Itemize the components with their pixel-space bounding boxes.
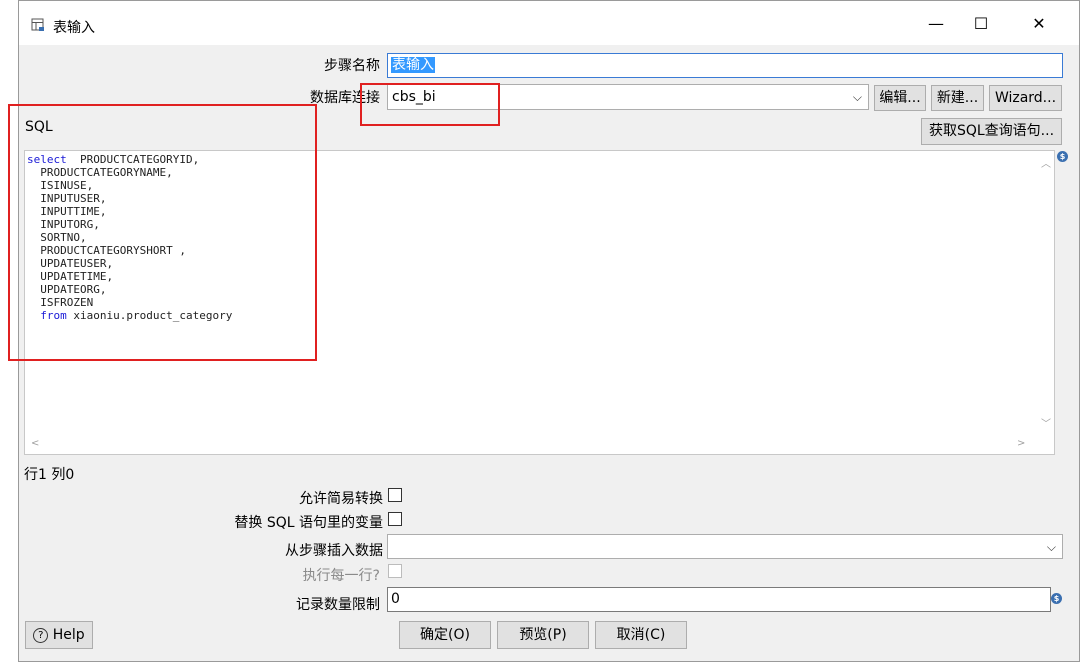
edit-connection-button[interactable]: 编辑... (874, 85, 926, 111)
minimize-button[interactable]: — (911, 1, 961, 45)
window-title: 表输入 (53, 20, 95, 36)
maximize-button[interactable]: ☐ (956, 1, 1006, 45)
minimize-icon: — (928, 13, 944, 33)
maximize-icon: ☐ (973, 13, 989, 33)
chevron-down-icon: ⌵ (1046, 540, 1056, 554)
replace-variables-checkbox[interactable] (388, 512, 402, 526)
title-bar: 表输入 — ☐ ✕ (19, 1, 1079, 45)
chevron-down-icon: ⌵ (852, 90, 862, 104)
help-icon: ? (33, 627, 49, 643)
variable-icon[interactable]: $ (1051, 593, 1062, 604)
preview-button[interactable]: 预览(P) (497, 621, 589, 649)
get-sql-button[interactable]: 获取SQL查询语句... (921, 118, 1062, 145)
connection-annotation-box (360, 83, 500, 126)
ok-button[interactable]: 确定(O) (399, 621, 491, 649)
cursor-position: 行1 列0 (24, 467, 75, 483)
limit-input[interactable]: 0 (387, 587, 1051, 612)
execute-each-row-label: 执行每一行? (302, 568, 380, 584)
wizard-button[interactable]: Wizard... (989, 85, 1062, 111)
replace-variables-label: 替换 SQL 语句里的变量 (234, 515, 383, 531)
step-name-value: 表输入 (391, 57, 435, 73)
insert-from-step-label: 从步骤插入数据 (285, 543, 383, 559)
lazy-conversion-label: 允许简易转换 (299, 491, 383, 507)
scroll-left-icon[interactable]: < (31, 438, 39, 449)
close-icon: ✕ (1032, 13, 1046, 33)
execute-each-row-checkbox[interactable] (388, 564, 402, 578)
new-connection-button[interactable]: 新建... (931, 85, 984, 111)
scroll-right-icon[interactable]: > (1017, 438, 1025, 449)
limit-value: 0 (391, 591, 400, 607)
variable-icon[interactable]: $ (1057, 151, 1068, 162)
sql-annotation-box (8, 104, 317, 361)
insert-from-step-select[interactable]: ⌵ (387, 534, 1063, 559)
lazy-conversion-checkbox[interactable] (388, 488, 402, 502)
step-name-input[interactable]: 表输入 (387, 53, 1063, 78)
horizontal-scrollbar[interactable]: < > (25, 436, 1037, 454)
vertical-scrollbar[interactable]: ︿ ﹀ (1036, 151, 1054, 437)
help-label: Help (52, 627, 85, 643)
table-input-icon (31, 18, 44, 31)
limit-label: 记录数量限制 (296, 597, 380, 613)
close-button[interactable]: ✕ (1014, 1, 1064, 45)
step-name-label: 步骤名称 (324, 58, 380, 74)
help-button[interactable]: ? Help (25, 621, 93, 649)
cancel-button[interactable]: 取消(C) (595, 621, 687, 649)
scroll-down-icon[interactable]: ﹀ (1041, 415, 1051, 430)
scroll-up-icon[interactable]: ︿ (1041, 155, 1051, 170)
